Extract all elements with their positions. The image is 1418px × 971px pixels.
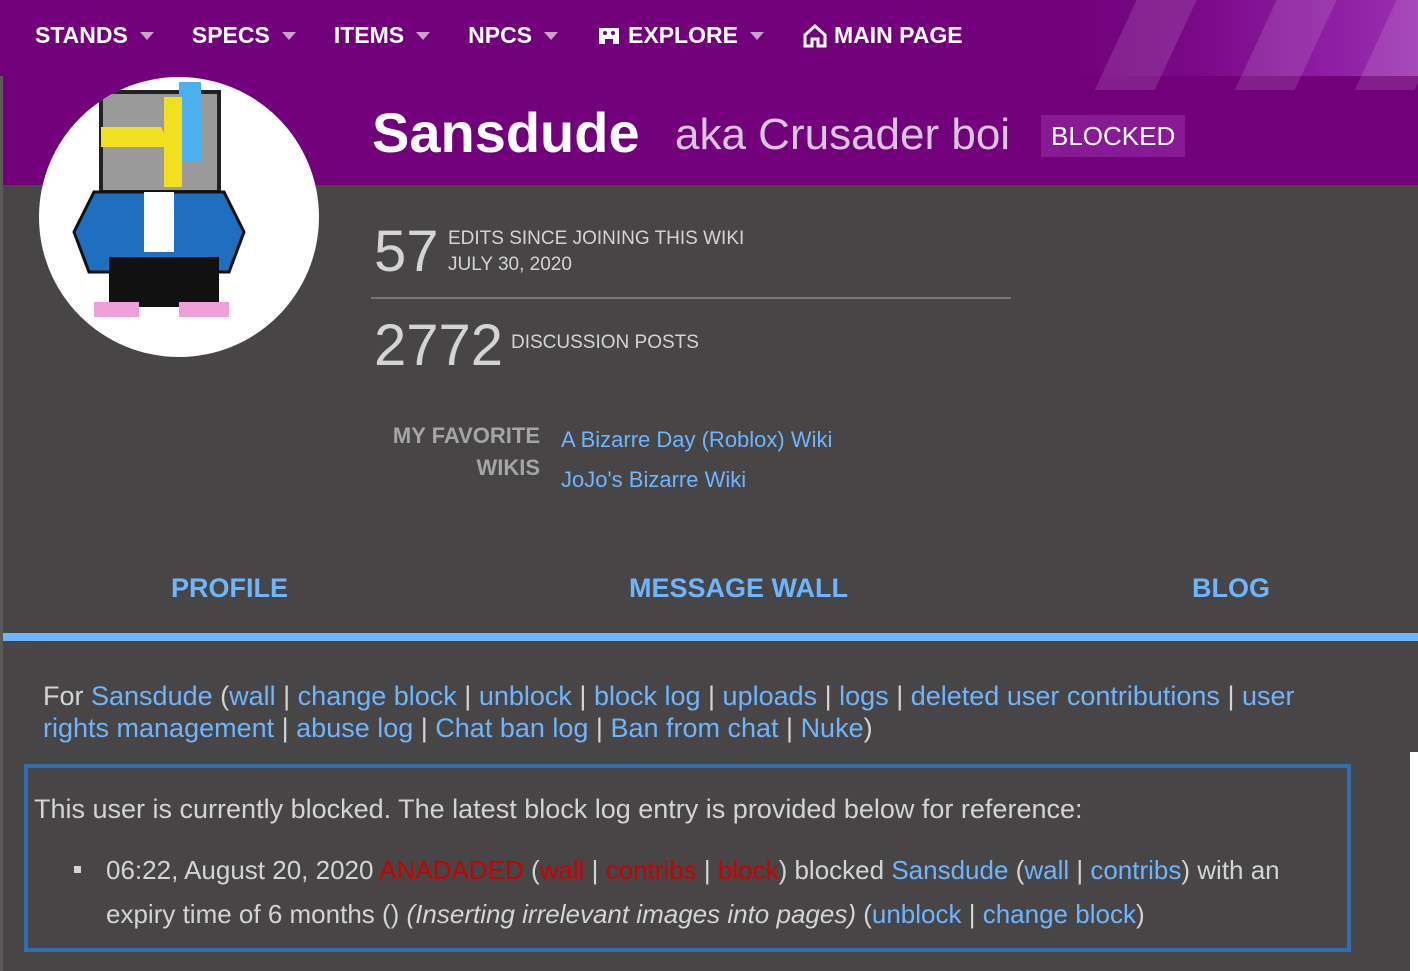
tab-message-wall[interactable]: MESSAGE WALL	[629, 573, 848, 604]
uploads-link[interactable]: uploads	[723, 681, 818, 711]
unblock-link[interactable]: unblock	[479, 681, 572, 711]
edits-label: EDITS SINCE JOINING THIS WIKI	[448, 228, 745, 249]
username: Sansdude	[372, 101, 640, 164]
block-log-link[interactable]: block log	[594, 681, 701, 711]
nav-specs[interactable]: SPECS	[192, 22, 296, 49]
nav-npcs[interactable]: NPCS	[468, 22, 559, 49]
nav-label: SPECS	[191, 22, 270, 48]
nav-items[interactable]: ITEMS	[333, 22, 431, 49]
chat-ban-log-link[interactable]: Chat ban log	[435, 713, 588, 743]
caret-down-icon	[281, 31, 296, 40]
favorite-wikis-label: MY FAVORITE WIKIS	[370, 420, 540, 484]
avatar[interactable]	[39, 77, 319, 357]
block-notice: This user is currently blocked. The late…	[24, 764, 1351, 952]
edit-count: 57	[374, 219, 439, 284]
logs-link[interactable]: logs	[839, 681, 889, 711]
admin-block-link[interactable]: block	[718, 855, 779, 885]
caret-down-icon	[544, 31, 559, 40]
abuse-log-link[interactable]: abuse log	[296, 713, 413, 743]
block-time: 06:22, August 20, 2020	[106, 855, 374, 885]
favorite-wiki-link[interactable]: JoJo's Bizarre Wiki	[561, 467, 746, 492]
blocked-badge: BLOCKED	[1041, 115, 1186, 157]
fav-label-line: WIKIS	[476, 455, 540, 480]
caret-down-icon	[139, 31, 154, 40]
change-block-link[interactable]: change block	[298, 681, 457, 711]
block-notice-text: This user is currently blocked. The late…	[34, 794, 1083, 824]
nav-label: EXPLORE	[628, 22, 738, 48]
home-icon	[803, 23, 827, 47]
left-edge	[0, 76, 3, 971]
blocked-user-link[interactable]: Sansdude	[891, 855, 1008, 885]
post-count: 2772	[374, 313, 504, 378]
nav-label: ITEMS	[333, 22, 405, 48]
nav-label: STANDS	[35, 22, 128, 48]
avatar-image	[72, 82, 246, 317]
posts-label: DISCUSSION POSTS	[511, 332, 699, 353]
favorite-wikis: A Bizarre Day (Roblox) Wiki JoJo's Bizar…	[561, 420, 832, 500]
block-reason: (Inserting irrelevant images into pages)	[406, 899, 856, 929]
nav-label: NPCS	[468, 22, 533, 48]
entry-change-block-link[interactable]: change block	[983, 899, 1136, 929]
gamepad-icon	[599, 27, 620, 44]
top-nav: STANDS SPECS ITEMS NPCS EXPLORE MAIN PAG…	[35, 22, 1001, 49]
nav-main-page[interactable]: MAIN PAGE	[802, 22, 963, 49]
tab-blog[interactable]: BLOG	[1192, 573, 1270, 604]
block-log-entry: 06:22, August 20, 2020 ANADADED (wall | …	[106, 855, 1280, 929]
user-wall-link[interactable]: wall	[1024, 855, 1069, 885]
join-date: JULY 30, 2020	[448, 254, 572, 275]
ban-from-chat-link[interactable]: Ban from chat	[610, 713, 778, 743]
user-tools: For Sansdude (wall | change block | unbl…	[43, 681, 1295, 743]
deleted-contribs-link[interactable]: deleted user contributions	[911, 681, 1220, 711]
tab-profile[interactable]: PROFILE	[171, 573, 288, 604]
user-contribs-link[interactable]: contribs	[1090, 855, 1181, 885]
tab-underline	[3, 633, 1418, 641]
right-panel-edge	[1410, 752, 1418, 971]
header-decoration	[1058, 0, 1418, 90]
admin-link[interactable]: ANADADED	[379, 855, 523, 885]
divider	[371, 297, 1011, 299]
fav-label-line: MY FAVORITE	[392, 423, 540, 448]
admin-contribs-link[interactable]: contribs	[606, 855, 697, 885]
entry-unblock-link[interactable]: unblock	[872, 899, 962, 929]
user-alias: aka Crusader boi	[675, 110, 1011, 159]
user-link[interactable]: Sansdude	[91, 681, 213, 711]
admin-wall-link[interactable]: wall	[540, 855, 585, 885]
wall-link[interactable]: wall	[229, 681, 276, 711]
tools-prefix: For	[43, 681, 92, 711]
caret-down-icon	[416, 31, 431, 40]
nav-label: MAIN PAGE	[833, 22, 963, 48]
nav-explore[interactable]: EXPLORE	[596, 22, 764, 49]
nuke-link[interactable]: Nuke	[801, 713, 864, 743]
action-text: blocked	[794, 855, 885, 885]
caret-down-icon	[749, 31, 764, 40]
favorite-wiki-link[interactable]: A Bizarre Day (Roblox) Wiki	[561, 427, 832, 452]
nav-stands[interactable]: STANDS	[35, 22, 154, 49]
bullet	[74, 866, 81, 873]
